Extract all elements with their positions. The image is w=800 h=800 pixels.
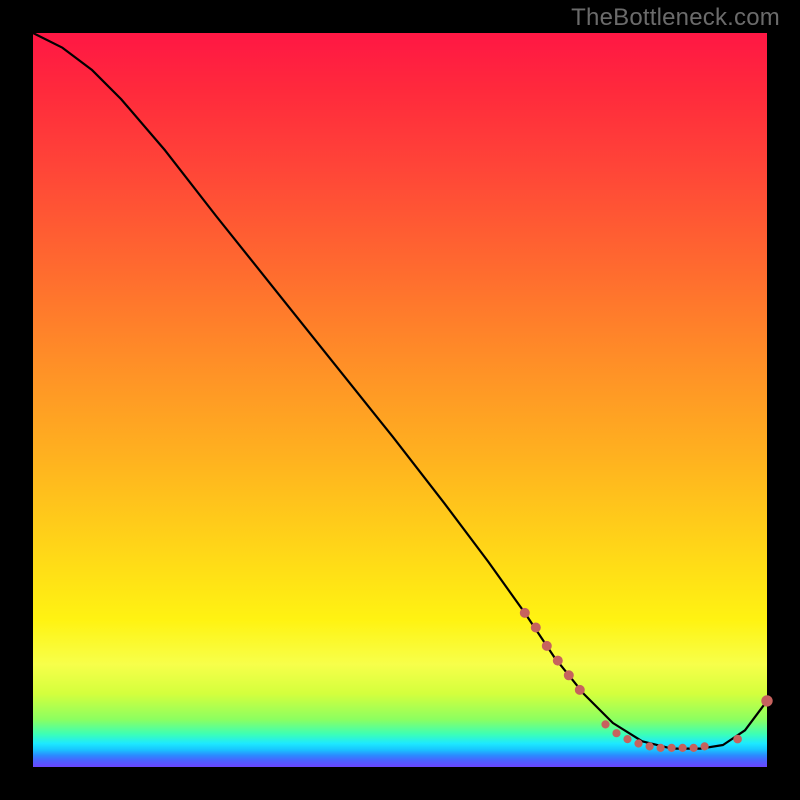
data-dot [734, 735, 742, 743]
data-dot [668, 744, 675, 751]
data-dot [679, 744, 686, 751]
data-dots-group [520, 608, 772, 751]
data-dot [701, 743, 708, 750]
data-dot [553, 656, 562, 665]
data-dot [635, 740, 642, 747]
data-dot [542, 641, 551, 650]
data-dot [690, 744, 697, 751]
data-dot [564, 671, 573, 680]
data-dot [646, 743, 653, 750]
data-dot [657, 744, 664, 751]
data-dot [602, 721, 609, 728]
data-dot [575, 685, 584, 694]
data-dot [520, 608, 529, 617]
curve-group [33, 33, 767, 749]
bottleneck-curve [33, 33, 767, 749]
plot-overlay [33, 33, 767, 767]
data-dot [762, 696, 772, 706]
data-dot [624, 736, 631, 743]
data-dot [531, 623, 540, 632]
chart-frame: TheBottleneck.com [0, 0, 800, 800]
watermark-text: TheBottleneck.com [571, 4, 780, 32]
data-dot [613, 730, 620, 737]
